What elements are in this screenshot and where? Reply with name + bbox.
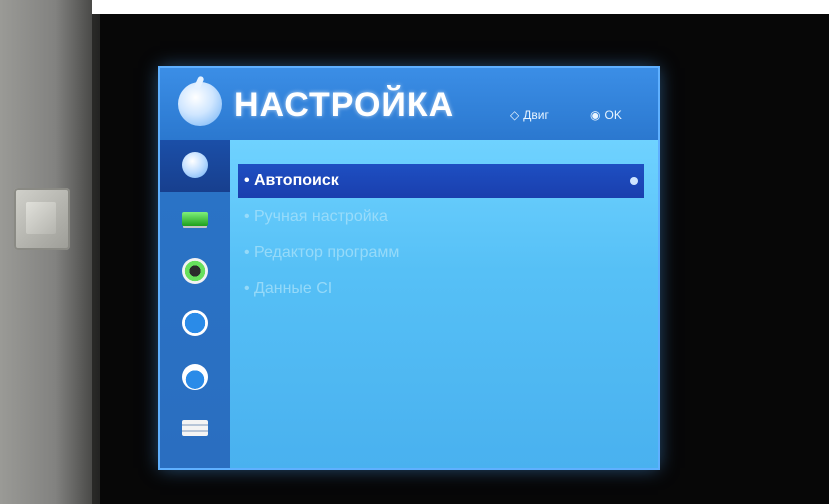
menu-content: • Автопоиск • Ручная настройка • Редактор п… [230, 140, 658, 468]
picture-icon [182, 212, 208, 226]
category-sidebar [160, 140, 230, 468]
menu-item-label: Автопоиск [254, 172, 339, 189]
room-background [0, 0, 829, 14]
bullet: • [244, 280, 250, 297]
bullet: • [244, 208, 250, 225]
sidebar-item-lock[interactable] [160, 352, 230, 404]
sidebar-item-time[interactable] [160, 298, 230, 350]
selected-indicator-icon [630, 177, 638, 185]
lock-icon [182, 364, 208, 390]
menu-title: НАСТРОЙКА [234, 86, 455, 124]
bullet: • [244, 172, 250, 189]
satellite-dish-icon [178, 82, 222, 126]
ceiling-light-glare [340, 0, 400, 14]
time-icon [182, 310, 208, 336]
tv-menu-screen: НАСТРОЙКА ◇ Двиг ◉ OK • Автопоиск • Ручная н… [160, 68, 658, 468]
menu-item-label: Данные CI [254, 280, 333, 297]
menu-item-manual-tuning[interactable]: • Ручная настройка [238, 200, 644, 234]
bullet: • [244, 244, 250, 261]
hint-ok: ◉ OK [590, 108, 622, 122]
options-icon [182, 420, 208, 436]
satellite-dish-icon [182, 152, 208, 178]
sidebar-item-audio[interactable] [160, 246, 230, 298]
hint-move: ◇ Двиг [510, 108, 549, 122]
move-arrows-icon: ◇ [510, 108, 520, 122]
wall-light-switch [14, 188, 70, 250]
switch-key [26, 202, 56, 234]
menu-item-autosearch[interactable]: • Автопоиск [238, 164, 644, 198]
wall [0, 0, 92, 504]
menu-item-program-editor[interactable]: • Редактор программ [238, 236, 644, 270]
audio-icon [182, 258, 208, 284]
hint-move-label: Двиг [523, 108, 549, 122]
menu-item-ci-info[interactable]: • Данные CI [238, 272, 644, 306]
menu-item-label: Редактор программ [254, 244, 400, 261]
menu-header: НАСТРОЙКА ◇ Двиг ◉ OK [160, 68, 658, 140]
sidebar-item-picture[interactable] [160, 194, 230, 246]
sidebar-item-setup[interactable] [160, 140, 230, 192]
sidebar-item-options[interactable] [160, 404, 230, 456]
ok-button-icon: ◉ [590, 108, 601, 122]
hint-ok-label: OK [604, 108, 622, 122]
menu-item-label: Ручная настройка [254, 208, 388, 225]
